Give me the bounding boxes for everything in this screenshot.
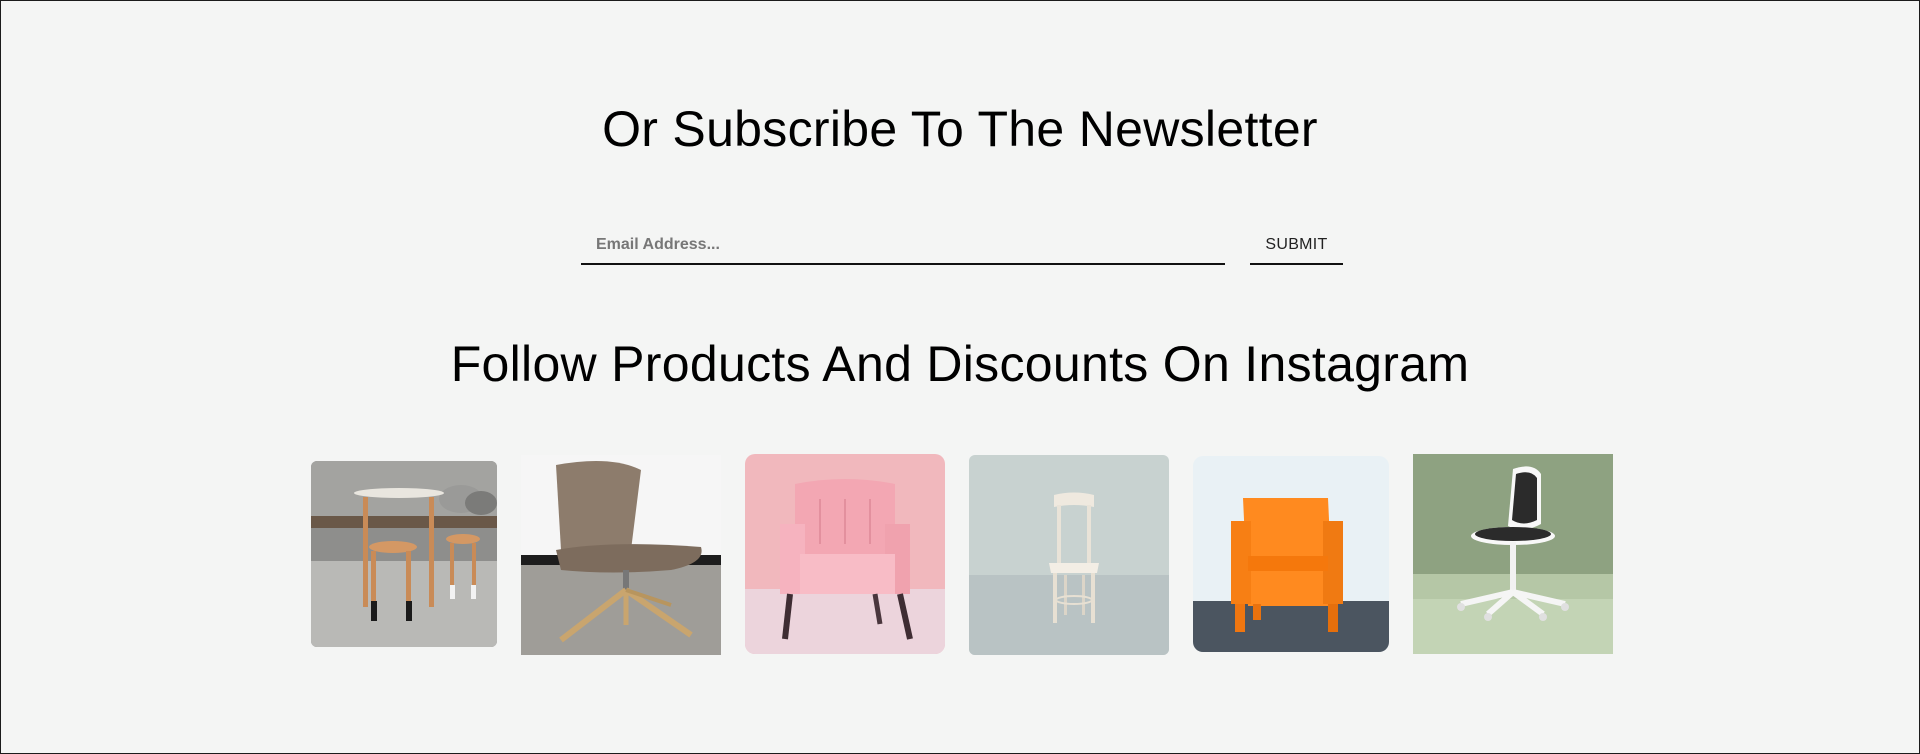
email-field-wrapper: [581, 226, 1225, 265]
instagram-image-lounge-chair[interactable]: [521, 455, 721, 655]
newsletter-title: Or Subscribe To The Newsletter: [602, 101, 1318, 157]
submit-button[interactable]: SUBMIT: [1250, 226, 1343, 265]
instagram-image-pink-armchair[interactable]: [745, 454, 945, 654]
instagram-image-white-chair[interactable]: [969, 455, 1169, 655]
email-input[interactable]: [581, 226, 1225, 263]
instagram-title: Follow Products And Discounts On Instagr…: [450, 336, 1470, 392]
instagram-image-desk-chair[interactable]: [1413, 454, 1613, 654]
instagram-image-orange-chair[interactable]: [1193, 456, 1389, 652]
instagram-image-table-stools[interactable]: [311, 461, 497, 647]
